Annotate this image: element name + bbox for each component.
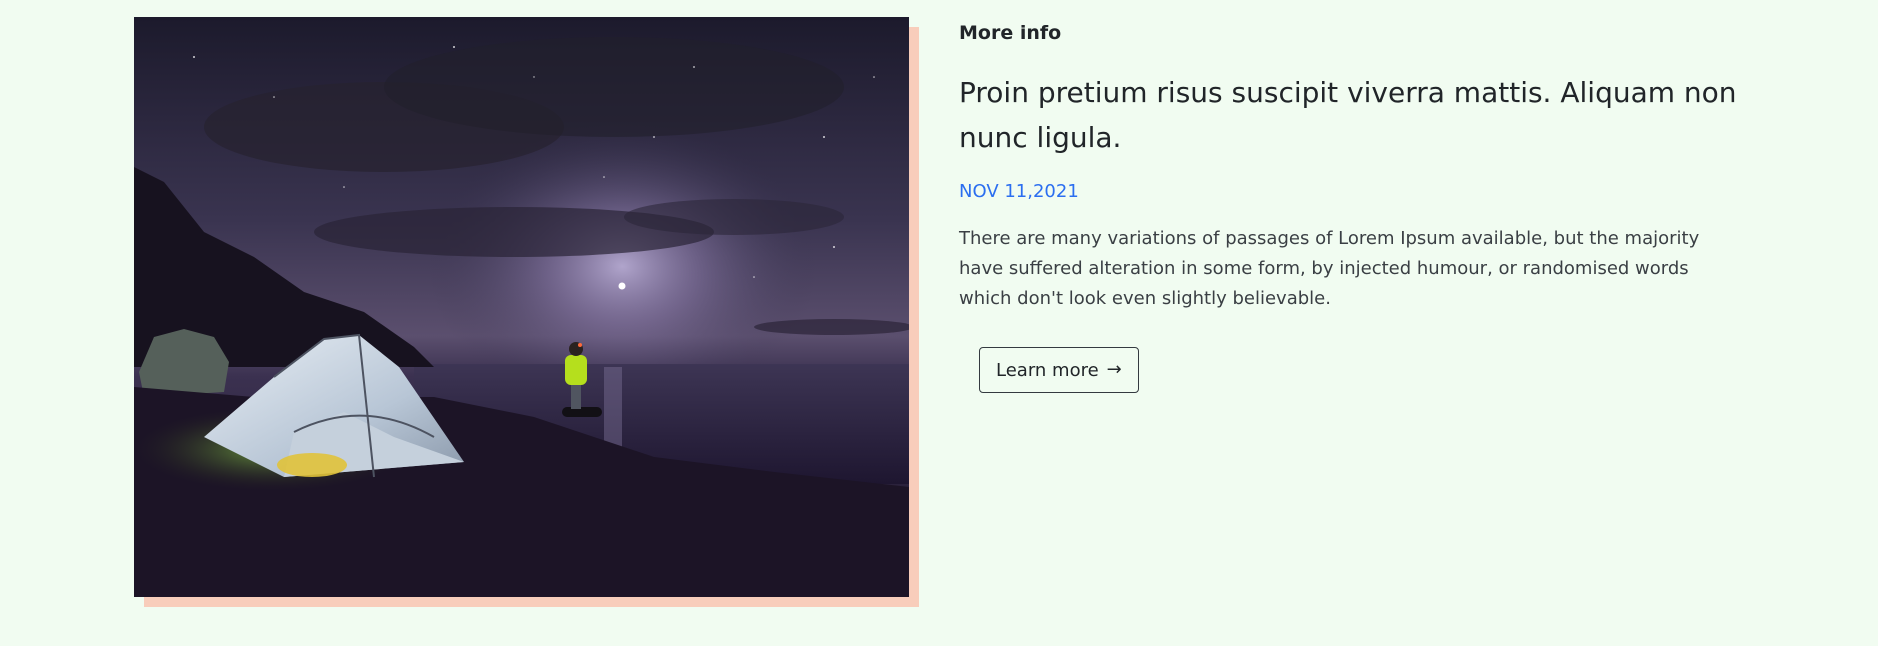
learn-more-button[interactable]: Learn more → bbox=[979, 347, 1139, 393]
arrow-right-icon: → bbox=[1106, 359, 1122, 380]
article-headline: Proin pretium risus suscipit viverra mat… bbox=[959, 76, 1737, 154]
article-body: There are many variations of passages of… bbox=[959, 228, 1700, 309]
page: More info Proin pretium risus suscipit v… bbox=[0, 0, 1878, 646]
section-eyebrow: More info bbox=[959, 22, 1062, 44]
article-content: More info Proin pretium risus suscipit v… bbox=[959, 18, 1759, 393]
article-date: NOV 11,2021 bbox=[959, 181, 1079, 202]
learn-more-label: Learn more bbox=[996, 359, 1099, 381]
featured-image-block bbox=[134, 17, 919, 607]
featured-image bbox=[134, 17, 909, 597]
